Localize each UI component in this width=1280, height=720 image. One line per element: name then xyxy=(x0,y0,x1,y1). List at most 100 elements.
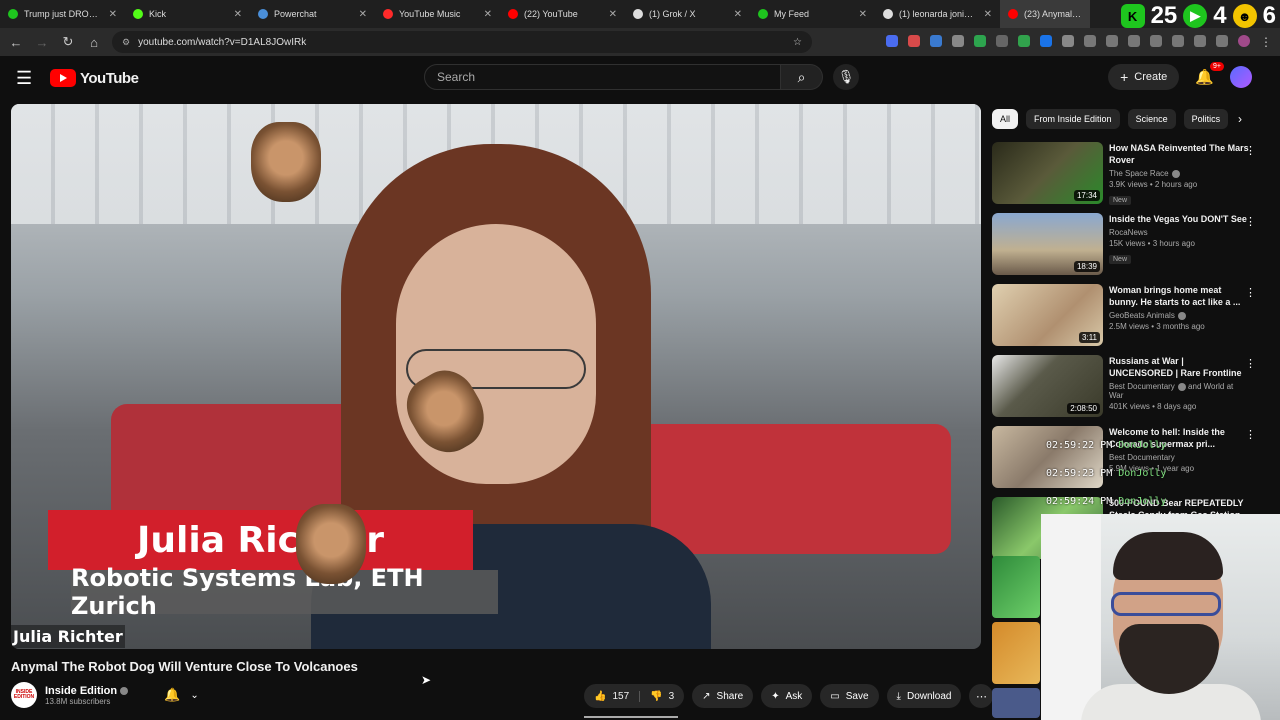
address-bar[interactable]: ⚙ youtube.com/watch?v=D1AL8JOwIRk ☆ xyxy=(112,31,812,53)
video-thumbnail[interactable]: 17:34 xyxy=(992,142,1103,204)
close-icon[interactable]: ✕ xyxy=(109,9,117,20)
search-input[interactable]: Search xyxy=(424,64,781,90)
kebab-menu-icon[interactable]: ⋮ xyxy=(1245,357,1256,370)
kebab-menu-icon[interactable]: ⋮ xyxy=(1245,144,1256,157)
puzzle-icon[interactable] xyxy=(1084,35,1096,47)
extension-icon[interactable] xyxy=(1194,35,1206,47)
ask-button[interactable]: ✦ Ask xyxy=(761,684,813,708)
browser-tab[interactable]: (1) Grok / X ✕ xyxy=(625,0,750,28)
recommendation-title[interactable]: Woman brings home meat bunny. He starts … xyxy=(1109,284,1249,308)
search-button[interactable]: ⌕ xyxy=(781,64,823,90)
bookmark-icon: ▭ xyxy=(830,690,840,702)
recommendation-item[interactable]: 18:39 Inside the Vegas You DON'T See Roc… xyxy=(992,213,1264,281)
kebab-menu-icon[interactable]: ⋮ xyxy=(1245,215,1256,228)
recommendation-item[interactable]: 2:08:50 Russians at War | UNCENSORED | R… xyxy=(992,355,1264,423)
home-icon[interactable]: ⌂ xyxy=(86,35,102,50)
browser-tab[interactable]: (1) leonarda jonie - Se ✕ xyxy=(875,0,1000,28)
download-button[interactable]: ⤓ Download xyxy=(886,684,962,708)
like-button[interactable]: 👍 157 xyxy=(584,690,641,702)
video-player[interactable]: Julia Richter Robotic Systems Lab, ETH Z… xyxy=(11,104,981,649)
extension-icon[interactable] xyxy=(996,35,1008,47)
browser-tab[interactable]: YouTube Music ✕ xyxy=(375,0,500,28)
kebab-menu-icon[interactable]: ⋮ xyxy=(1260,35,1272,49)
browser-tab[interactable]: Kick ✕ xyxy=(125,0,250,28)
extension-icon[interactable] xyxy=(930,35,942,47)
monkey-sticker-icon xyxy=(296,504,366,584)
back-arrow-icon[interactable]: ← xyxy=(8,35,24,50)
tab-label: (23) Anymal The xyxy=(1024,9,1082,19)
stream-chat-line: 02:59:24 PM DonJolly xyxy=(1046,496,1166,507)
chip-science[interactable]: Science xyxy=(1127,109,1176,129)
hamburger-menu-icon[interactable]: ☰ xyxy=(16,68,40,89)
bookmark-star-icon[interactable]: ☆ xyxy=(793,37,802,48)
browser-tab-active[interactable]: (23) Anymal The xyxy=(1000,0,1090,28)
recommendation-item[interactable]: 3:11 Woman brings home meat bunny. He st… xyxy=(992,284,1264,352)
video-thumbnail[interactable]: 2:08:50 xyxy=(992,355,1103,417)
code-icon[interactable] xyxy=(1150,35,1162,47)
notifications-button[interactable]: 🔔 9+ xyxy=(1195,62,1224,86)
recommendation-title[interactable]: Russians at War | UNCENSORED | Rare Fron… xyxy=(1109,355,1249,379)
close-icon[interactable]: ✕ xyxy=(359,9,367,20)
recommendation-title[interactable]: Inside the Vegas You DON'T See xyxy=(1109,213,1249,225)
recommendation-channel: GeoBeats Animals xyxy=(1109,311,1175,320)
video-thumbnail[interactable] xyxy=(992,622,1040,684)
reload-icon[interactable]: ↻ xyxy=(60,34,76,50)
extension-icon[interactable] xyxy=(908,35,920,47)
extension-icon[interactable] xyxy=(1216,35,1228,47)
video-thumbnail[interactable] xyxy=(992,556,1040,618)
browser-tab[interactable]: Powerchat ✕ xyxy=(250,0,375,28)
voice-search-button[interactable]: 🎙 xyxy=(833,64,859,90)
kebab-menu-icon[interactable]: ⋮ xyxy=(1245,428,1256,441)
close-icon[interactable]: ✕ xyxy=(859,9,867,20)
more-actions-button[interactable]: ⋯ xyxy=(969,684,994,708)
extension-icon[interactable] xyxy=(1062,35,1074,47)
extension-icon[interactable] xyxy=(1018,35,1030,47)
download-icon: ⤓ xyxy=(896,690,901,702)
extension-icon[interactable] xyxy=(952,35,964,47)
video-thumbnail[interactable]: 18:39 xyxy=(992,213,1103,275)
youtube-logo[interactable]: YouTube xyxy=(50,69,139,87)
create-button[interactable]: + Create xyxy=(1108,64,1180,90)
close-icon[interactable]: ✕ xyxy=(484,9,492,20)
extension-icon[interactable] xyxy=(974,35,986,47)
close-icon[interactable]: ✕ xyxy=(734,9,742,20)
extension-icon[interactable] xyxy=(1128,35,1140,47)
kebab-menu-icon[interactable]: ⋮ xyxy=(1245,286,1256,299)
history-icon[interactable] xyxy=(1106,35,1118,47)
recommendation-title[interactable]: How NASA Reinvented The Mars Rover xyxy=(1109,142,1249,166)
thumbs-down-icon: 👎 xyxy=(650,690,663,702)
chip-all[interactable]: All xyxy=(992,109,1019,129)
counter-value: 4 xyxy=(1213,2,1227,29)
extension-icon[interactable] xyxy=(1040,35,1052,47)
verified-check-icon xyxy=(120,686,129,695)
chat-user: DonJolly xyxy=(1118,440,1167,451)
recommendation-channel: The Space Race xyxy=(1109,169,1169,178)
recommendation-item[interactable]: Welcome to hell: Inside the Colorado sup… xyxy=(992,426,1264,494)
chip-from-channel[interactable]: From Inside Edition xyxy=(1026,109,1120,129)
close-icon[interactable]: ✕ xyxy=(234,9,242,20)
share-button[interactable]: ↗ Share xyxy=(692,684,754,708)
account-avatar[interactable] xyxy=(1230,66,1252,88)
extension-icon[interactable] xyxy=(886,35,898,47)
browser-tab[interactable]: My Feed ✕ xyxy=(750,0,875,28)
tab-favicon-icon xyxy=(133,9,143,19)
extension-icon[interactable] xyxy=(1172,35,1184,47)
close-icon[interactable]: ✕ xyxy=(984,9,992,20)
video-thumbnail[interactable]: 3:11 xyxy=(992,284,1103,346)
profile-icon[interactable] xyxy=(1238,35,1250,47)
channel-avatar[interactable]: INSIDE EDITION xyxy=(11,682,37,708)
video-thumbnail[interactable] xyxy=(992,688,1040,718)
dislike-button[interactable]: 👎 3 xyxy=(640,691,684,702)
chip-politics[interactable]: Politics xyxy=(1183,109,1229,129)
subscriber-count: 13.8M subscribers xyxy=(45,696,111,706)
site-info-icon[interactable]: ⚙ xyxy=(122,37,130,48)
recommendation-item[interactable]: 17:34 How NASA Reinvented The Mars Rover… xyxy=(992,142,1264,210)
subscription-notifications-button[interactable]: 🔔 ⌄ xyxy=(164,687,199,703)
close-icon[interactable]: ✕ xyxy=(609,9,617,20)
forward-arrow-icon[interactable]: → xyxy=(34,35,50,50)
browser-tab[interactable]: (22) YouTube ✕ xyxy=(500,0,625,28)
browser-tab[interactable]: Trump just DROPPE ✕ xyxy=(0,0,125,28)
channel-name[interactable]: Inside Edition xyxy=(45,685,117,697)
save-button[interactable]: ▭ Save xyxy=(820,684,879,708)
chevron-right-icon[interactable]: › xyxy=(1238,112,1242,126)
